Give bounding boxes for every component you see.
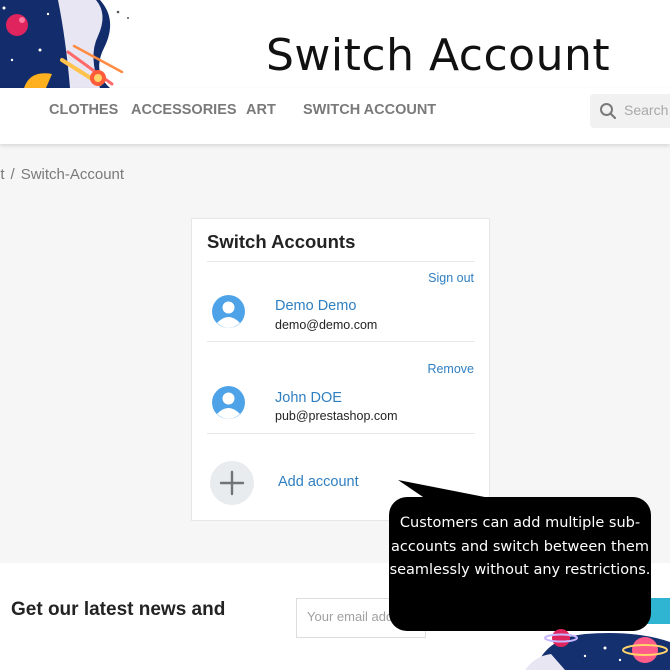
remove-link[interactable]: Remove [427,362,474,376]
account-email: pub@prestashop.com [275,409,398,423]
switch-accounts-card: Switch Accounts Sign out Demo Demo demo@… [191,218,490,521]
user-avatar-icon[interactable] [212,295,245,328]
header-banner: Switch Account [0,0,670,88]
sign-out-link[interactable]: Sign out [428,271,474,285]
search-icon [600,103,617,120]
planet-illustration [525,629,670,670]
newsletter-title: Get our latest news and [11,599,226,620]
breadcrumb-parent[interactable]: nt [0,166,5,183]
breadcrumb-separator: / [10,166,15,183]
page: Switch Account CLOTHES ACCESSORIES ART S… [0,0,670,670]
search-placeholder: Search [624,102,669,118]
account-email: demo@demo.com [275,318,378,332]
card-title: Switch Accounts [207,231,356,252]
account-name[interactable]: John DOE [275,390,342,406]
user-avatar-icon[interactable] [212,386,245,419]
nav-item-art[interactable]: ART [246,102,276,118]
banner-title: Switch Account [266,30,611,81]
search-input[interactable]: Search [590,94,670,128]
main-nav: CLOTHES ACCESSORIES ART SWITCH ACCOUNT [0,88,670,144]
divider [207,341,475,342]
account-name[interactable]: Demo Demo [275,298,356,314]
add-account-button[interactable] [210,461,254,505]
space-illustration [0,0,140,88]
divider [207,261,475,262]
divider [207,433,475,434]
breadcrumb-current: Switch-Account [20,166,125,183]
add-account-link[interactable]: Add account [278,474,359,490]
nav-item-switch-account[interactable]: SWITCH ACCOUNT [303,102,436,118]
plus-icon [219,470,245,496]
nav-item-clothes[interactable]: CLOTHES [49,102,118,118]
breadcrumb: nt / Switch-Account [0,166,124,183]
callout-text: Customers can add multiple sub-accounts … [389,515,651,578]
nav-item-accessories[interactable]: ACCESSORIES [131,102,237,118]
